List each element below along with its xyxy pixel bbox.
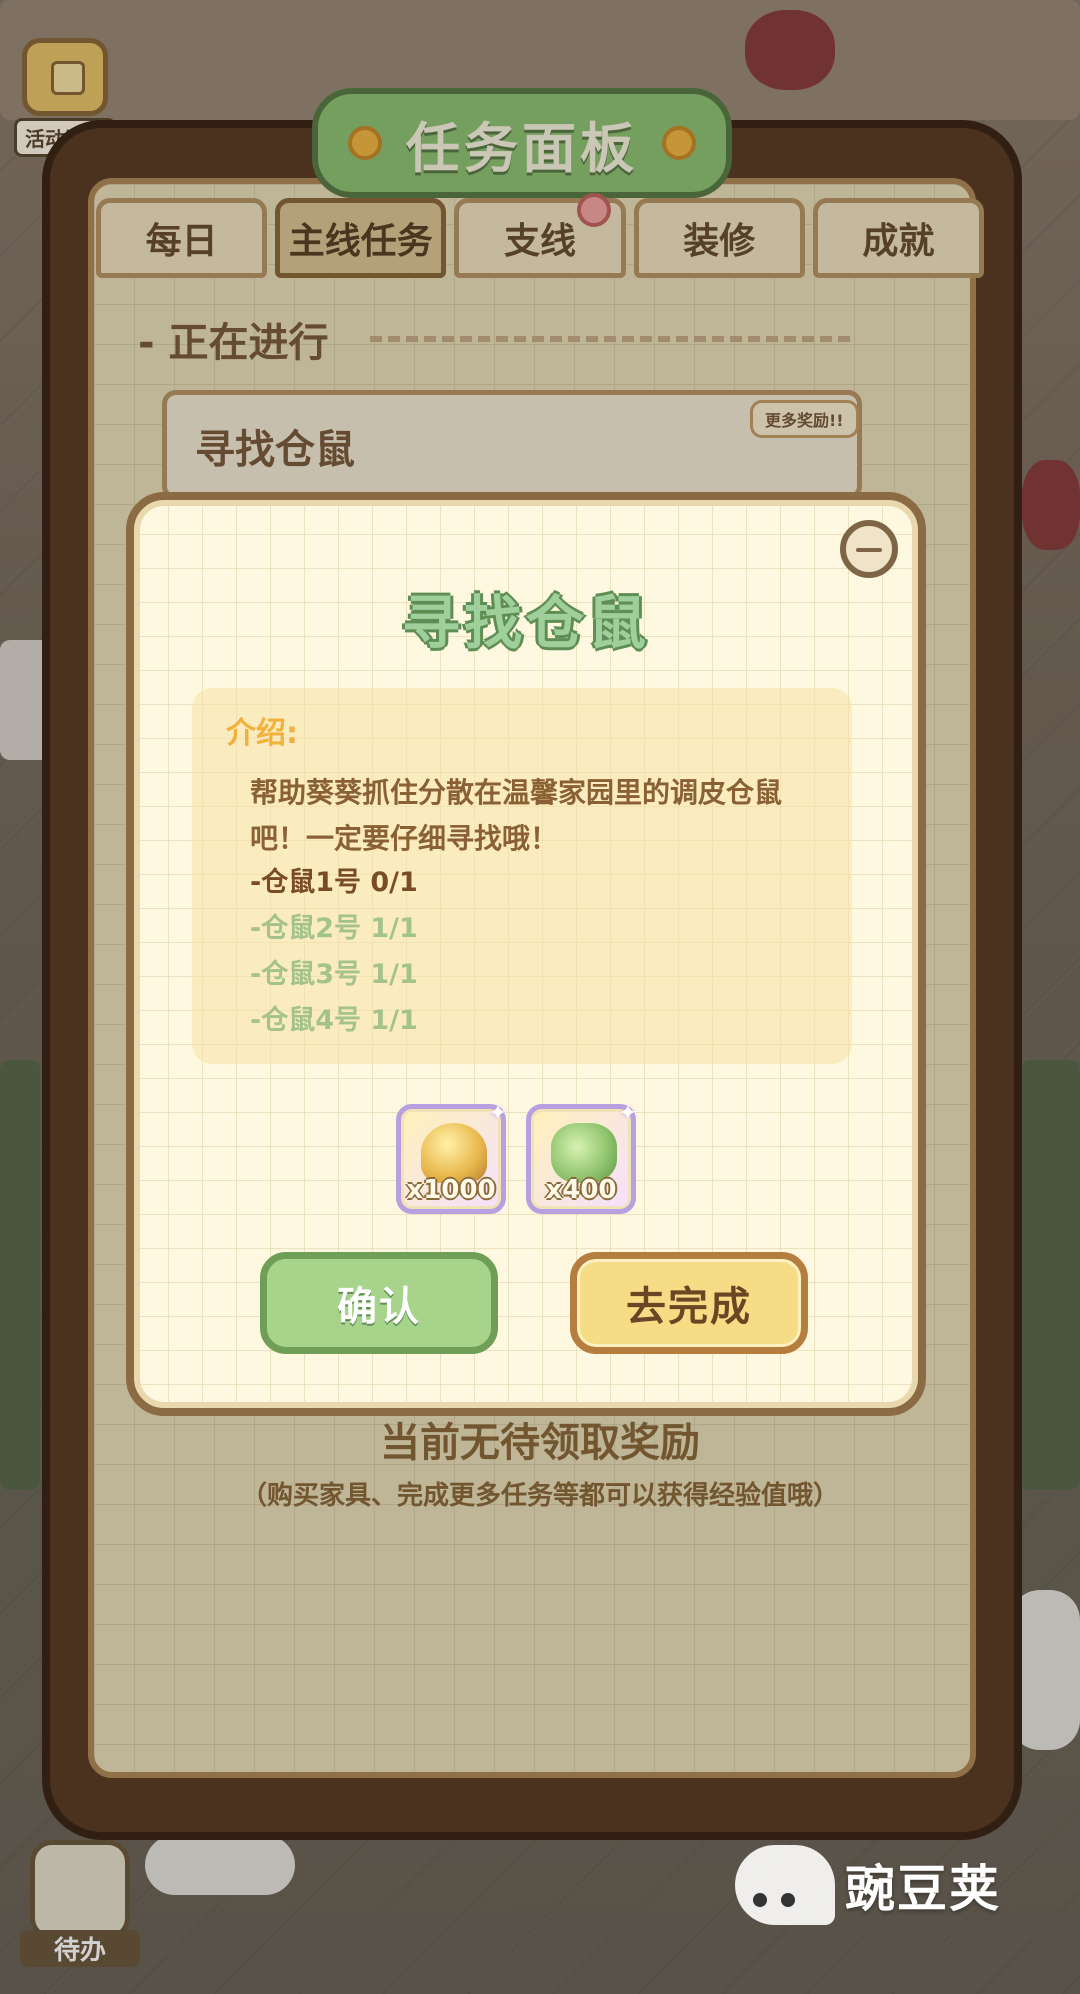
watermark-text: 豌豆荚 bbox=[845, 1860, 1001, 1918]
dialog-title: 寻找仓鼠 bbox=[401, 589, 650, 657]
goal-list[interactable]: -仓鼠1号 0/1 -仓鼠2号 1/1 -仓鼠3号 1/1 -仓鼠4号 1/1 bbox=[250, 860, 810, 1046]
sparkle-icon: ✦ bbox=[618, 1101, 637, 1126]
experience-leaf-icon bbox=[551, 1123, 617, 1183]
goal-item: -仓鼠2号 1/1 bbox=[250, 913, 418, 944]
reward-coins[interactable]: ✦ x1000 bbox=[396, 1101, 507, 1214]
intro-label: 介绍: bbox=[226, 716, 298, 751]
wandoujia-logo-icon bbox=[735, 1845, 835, 1925]
reward-quantity: x1000 bbox=[406, 1175, 496, 1205]
close-button[interactable] bbox=[840, 520, 898, 578]
watermark: 豌豆荚 bbox=[735, 1845, 1001, 1925]
coin-pile-icon bbox=[421, 1123, 487, 1183]
reward-experience[interactable]: ✦ x400 bbox=[526, 1101, 637, 1214]
reward-list: ✦ x1000 ✦ x400 bbox=[396, 1101, 637, 1214]
confirm-button[interactable]: 确认 bbox=[260, 1252, 498, 1354]
goal-item: -仓鼠1号 0/1 bbox=[250, 867, 418, 898]
sparkle-icon: ✦ bbox=[488, 1101, 507, 1126]
intro-box: 介绍: 帮助葵葵抓住分散在温馨家园里的调皮仓鼠吧！一定要仔细寻找哦！ -仓鼠1号… bbox=[192, 688, 852, 1064]
goal-item: -仓鼠3号 1/1 bbox=[250, 959, 418, 990]
intro-description: 帮助葵葵抓住分散在温馨家园里的调皮仓鼠吧！一定要仔细寻找哦！ bbox=[250, 776, 783, 855]
task-detail-dialog: 寻找仓鼠 介绍: 帮助葵葵抓住分散在温馨家园里的调皮仓鼠吧！一定要仔细寻找哦！ … bbox=[126, 492, 926, 1416]
goal-item: -仓鼠4号 1/1 bbox=[250, 1005, 418, 1036]
reward-quantity: x400 bbox=[545, 1175, 617, 1205]
go-complete-button[interactable]: 去完成 bbox=[570, 1252, 808, 1354]
